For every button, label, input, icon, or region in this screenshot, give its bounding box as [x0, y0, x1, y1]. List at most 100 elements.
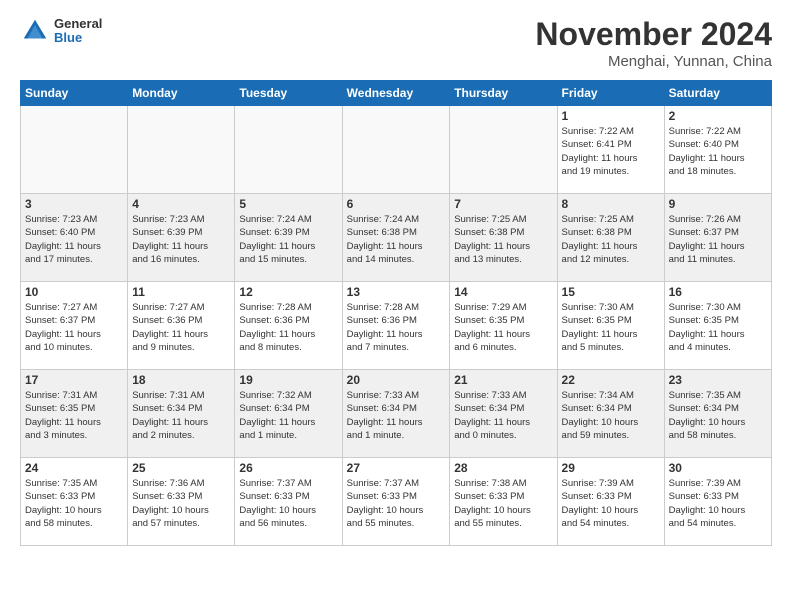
day-info: Sunrise: 7:23 AMSunset: 6:40 PMDaylight:…	[25, 213, 123, 266]
calendar-day: 30 Sunrise: 7:39 AMSunset: 6:33 PMDayligh…	[664, 458, 771, 546]
location: Menghai, Yunnan, China	[535, 53, 772, 70]
calendar-day: 16 Sunrise: 7:30 AMSunset: 6:35 PMDayligh…	[664, 282, 771, 370]
day-number: 16	[669, 285, 767, 299]
day-info: Sunrise: 7:35 AMSunset: 6:33 PMDaylight:…	[25, 477, 123, 530]
day-number: 19	[239, 373, 337, 387]
day-number: 7	[454, 197, 552, 211]
calendar-day	[235, 106, 342, 194]
day-number: 15	[562, 285, 660, 299]
calendar-week-row: 17Sunrise: 7:31 AMSunset: 6:35 PMDayligh…	[21, 370, 772, 458]
day-number: 30	[669, 461, 767, 475]
day-number: 18	[132, 373, 230, 387]
calendar-week-row: 10 Sunrise: 7:27 AMSunset: 6:37 PMDayligh…	[21, 282, 772, 370]
col-monday: Monday	[128, 81, 235, 106]
day-number: 27	[347, 461, 446, 475]
day-info: Sunrise: 7:30 AMSunset: 6:35 PMDaylight:…	[669, 301, 767, 354]
day-info: Sunrise: 7:35 AMSunset: 6:34 PMDaylight:…	[669, 389, 767, 442]
calendar-day: 13Sunrise: 7:28 AMSunset: 6:36 PMDayligh…	[342, 282, 450, 370]
day-info: Sunrise: 7:27 AMSunset: 6:36 PMDaylight:…	[132, 301, 230, 354]
calendar-day: 24 Sunrise: 7:35 AMSunset: 6:33 PMDayligh…	[21, 458, 128, 546]
day-number: 2	[669, 109, 767, 123]
calendar-day: 8 Sunrise: 7:25 AMSunset: 6:38 PMDaylight…	[557, 194, 664, 282]
calendar-day	[342, 106, 450, 194]
day-number: 12	[239, 285, 337, 299]
logo-text: General Blue	[54, 17, 102, 46]
calendar-table: Sunday Monday Tuesday Wednesday Thursday…	[20, 80, 772, 546]
day-info: Sunrise: 7:24 AMSunset: 6:39 PMDaylight:…	[239, 213, 337, 266]
calendar-day: 22 Sunrise: 7:34 AMSunset: 6:34 PMDayligh…	[557, 370, 664, 458]
calendar-week-row: 3 Sunrise: 7:23 AMSunset: 6:40 PMDaylight…	[21, 194, 772, 282]
calendar-day: 25 Sunrise: 7:36 AMSunset: 6:33 PMDayligh…	[128, 458, 235, 546]
day-info: Sunrise: 7:37 AMSunset: 6:33 PMDaylight:…	[347, 477, 446, 530]
day-number: 20	[347, 373, 446, 387]
day-number: 22	[562, 373, 660, 387]
day-number: 9	[669, 197, 767, 211]
calendar-day: 23Sunrise: 7:35 AMSunset: 6:34 PMDayligh…	[664, 370, 771, 458]
calendar-day: 27 Sunrise: 7:37 AMSunset: 6:33 PMDayligh…	[342, 458, 450, 546]
day-info: Sunrise: 7:36 AMSunset: 6:33 PMDaylight:…	[132, 477, 230, 530]
calendar-day: 5 Sunrise: 7:24 AMSunset: 6:39 PMDaylight…	[235, 194, 342, 282]
calendar-day: 15 Sunrise: 7:30 AMSunset: 6:35 PMDayligh…	[557, 282, 664, 370]
calendar-day: 11 Sunrise: 7:27 AMSunset: 6:36 PMDayligh…	[128, 282, 235, 370]
day-info: Sunrise: 7:22 AMSunset: 6:40 PMDaylight:…	[669, 125, 767, 178]
day-number: 13	[347, 285, 446, 299]
day-info: Sunrise: 7:25 AMSunset: 6:38 PMDaylight:…	[454, 213, 552, 266]
calendar-day: 9 Sunrise: 7:26 AMSunset: 6:37 PMDaylight…	[664, 194, 771, 282]
title-block: November 2024 Menghai, Yunnan, China	[535, 16, 772, 70]
day-info: Sunrise: 7:30 AMSunset: 6:35 PMDaylight:…	[562, 301, 660, 354]
calendar-header-row: Sunday Monday Tuesday Wednesday Thursday…	[21, 81, 772, 106]
col-tuesday: Tuesday	[235, 81, 342, 106]
calendar-day: 2 Sunrise: 7:22 AMSunset: 6:40 PMDaylight…	[664, 106, 771, 194]
day-number: 6	[347, 197, 446, 211]
calendar-day: 29 Sunrise: 7:39 AMSunset: 6:33 PMDayligh…	[557, 458, 664, 546]
calendar-day: 28Sunrise: 7:38 AMSunset: 6:33 PMDayligh…	[450, 458, 557, 546]
logo: General Blue	[20, 16, 102, 46]
day-info: Sunrise: 7:22 AMSunset: 6:41 PMDaylight:…	[562, 125, 660, 178]
day-number: 1	[562, 109, 660, 123]
day-info: Sunrise: 7:39 AMSunset: 6:33 PMDaylight:…	[562, 477, 660, 530]
day-info: Sunrise: 7:27 AMSunset: 6:37 PMDaylight:…	[25, 301, 123, 354]
day-number: 8	[562, 197, 660, 211]
header: General Blue November 2024 Menghai, Yunn…	[20, 16, 772, 70]
calendar-week-row: 24 Sunrise: 7:35 AMSunset: 6:33 PMDayligh…	[21, 458, 772, 546]
day-info: Sunrise: 7:33 AMSunset: 6:34 PMDaylight:…	[454, 389, 552, 442]
day-number: 3	[25, 197, 123, 211]
day-info: Sunrise: 7:28 AMSunset: 6:36 PMDaylight:…	[239, 301, 337, 354]
day-number: 29	[562, 461, 660, 475]
logo-icon	[20, 16, 50, 46]
day-number: 28	[454, 461, 552, 475]
day-number: 25	[132, 461, 230, 475]
col-saturday: Saturday	[664, 81, 771, 106]
day-info: Sunrise: 7:24 AMSunset: 6:38 PMDaylight:…	[347, 213, 446, 266]
col-sunday: Sunday	[21, 81, 128, 106]
calendar-day: 17Sunrise: 7:31 AMSunset: 6:35 PMDayligh…	[21, 370, 128, 458]
day-info: Sunrise: 7:39 AMSunset: 6:33 PMDaylight:…	[669, 477, 767, 530]
day-number: 14	[454, 285, 552, 299]
calendar-day: 10 Sunrise: 7:27 AMSunset: 6:37 PMDayligh…	[21, 282, 128, 370]
day-info: Sunrise: 7:31 AMSunset: 6:34 PMDaylight:…	[132, 389, 230, 442]
calendar-day: 12 Sunrise: 7:28 AMSunset: 6:36 PMDayligh…	[235, 282, 342, 370]
day-info: Sunrise: 7:25 AMSunset: 6:38 PMDaylight:…	[562, 213, 660, 266]
calendar-day	[128, 106, 235, 194]
main-container: General Blue November 2024 Menghai, Yunn…	[0, 0, 792, 556]
col-thursday: Thursday	[450, 81, 557, 106]
calendar-day: 26Sunrise: 7:37 AMSunset: 6:33 PMDayligh…	[235, 458, 342, 546]
day-number: 10	[25, 285, 123, 299]
day-info: Sunrise: 7:34 AMSunset: 6:34 PMDaylight:…	[562, 389, 660, 442]
calendar-week-row: 1 Sunrise: 7:22 AMSunset: 6:41 PMDaylight…	[21, 106, 772, 194]
col-friday: Friday	[557, 81, 664, 106]
day-number: 24	[25, 461, 123, 475]
day-info: Sunrise: 7:31 AMSunset: 6:35 PMDaylight:…	[25, 389, 123, 442]
day-number: 11	[132, 285, 230, 299]
day-info: Sunrise: 7:23 AMSunset: 6:39 PMDaylight:…	[132, 213, 230, 266]
day-info: Sunrise: 7:29 AMSunset: 6:35 PMDaylight:…	[454, 301, 552, 354]
day-number: 5	[239, 197, 337, 211]
calendar-day: 19 Sunrise: 7:32 AMSunset: 6:34 PMDayligh…	[235, 370, 342, 458]
day-info: Sunrise: 7:32 AMSunset: 6:34 PMDaylight:…	[239, 389, 337, 442]
day-info: Sunrise: 7:26 AMSunset: 6:37 PMDaylight:…	[669, 213, 767, 266]
calendar-day: 1 Sunrise: 7:22 AMSunset: 6:41 PMDaylight…	[557, 106, 664, 194]
calendar-day: 7 Sunrise: 7:25 AMSunset: 6:38 PMDaylight…	[450, 194, 557, 282]
calendar-day: 18 Sunrise: 7:31 AMSunset: 6:34 PMDayligh…	[128, 370, 235, 458]
day-number: 26	[239, 461, 337, 475]
calendar-day: 3 Sunrise: 7:23 AMSunset: 6:40 PMDaylight…	[21, 194, 128, 282]
